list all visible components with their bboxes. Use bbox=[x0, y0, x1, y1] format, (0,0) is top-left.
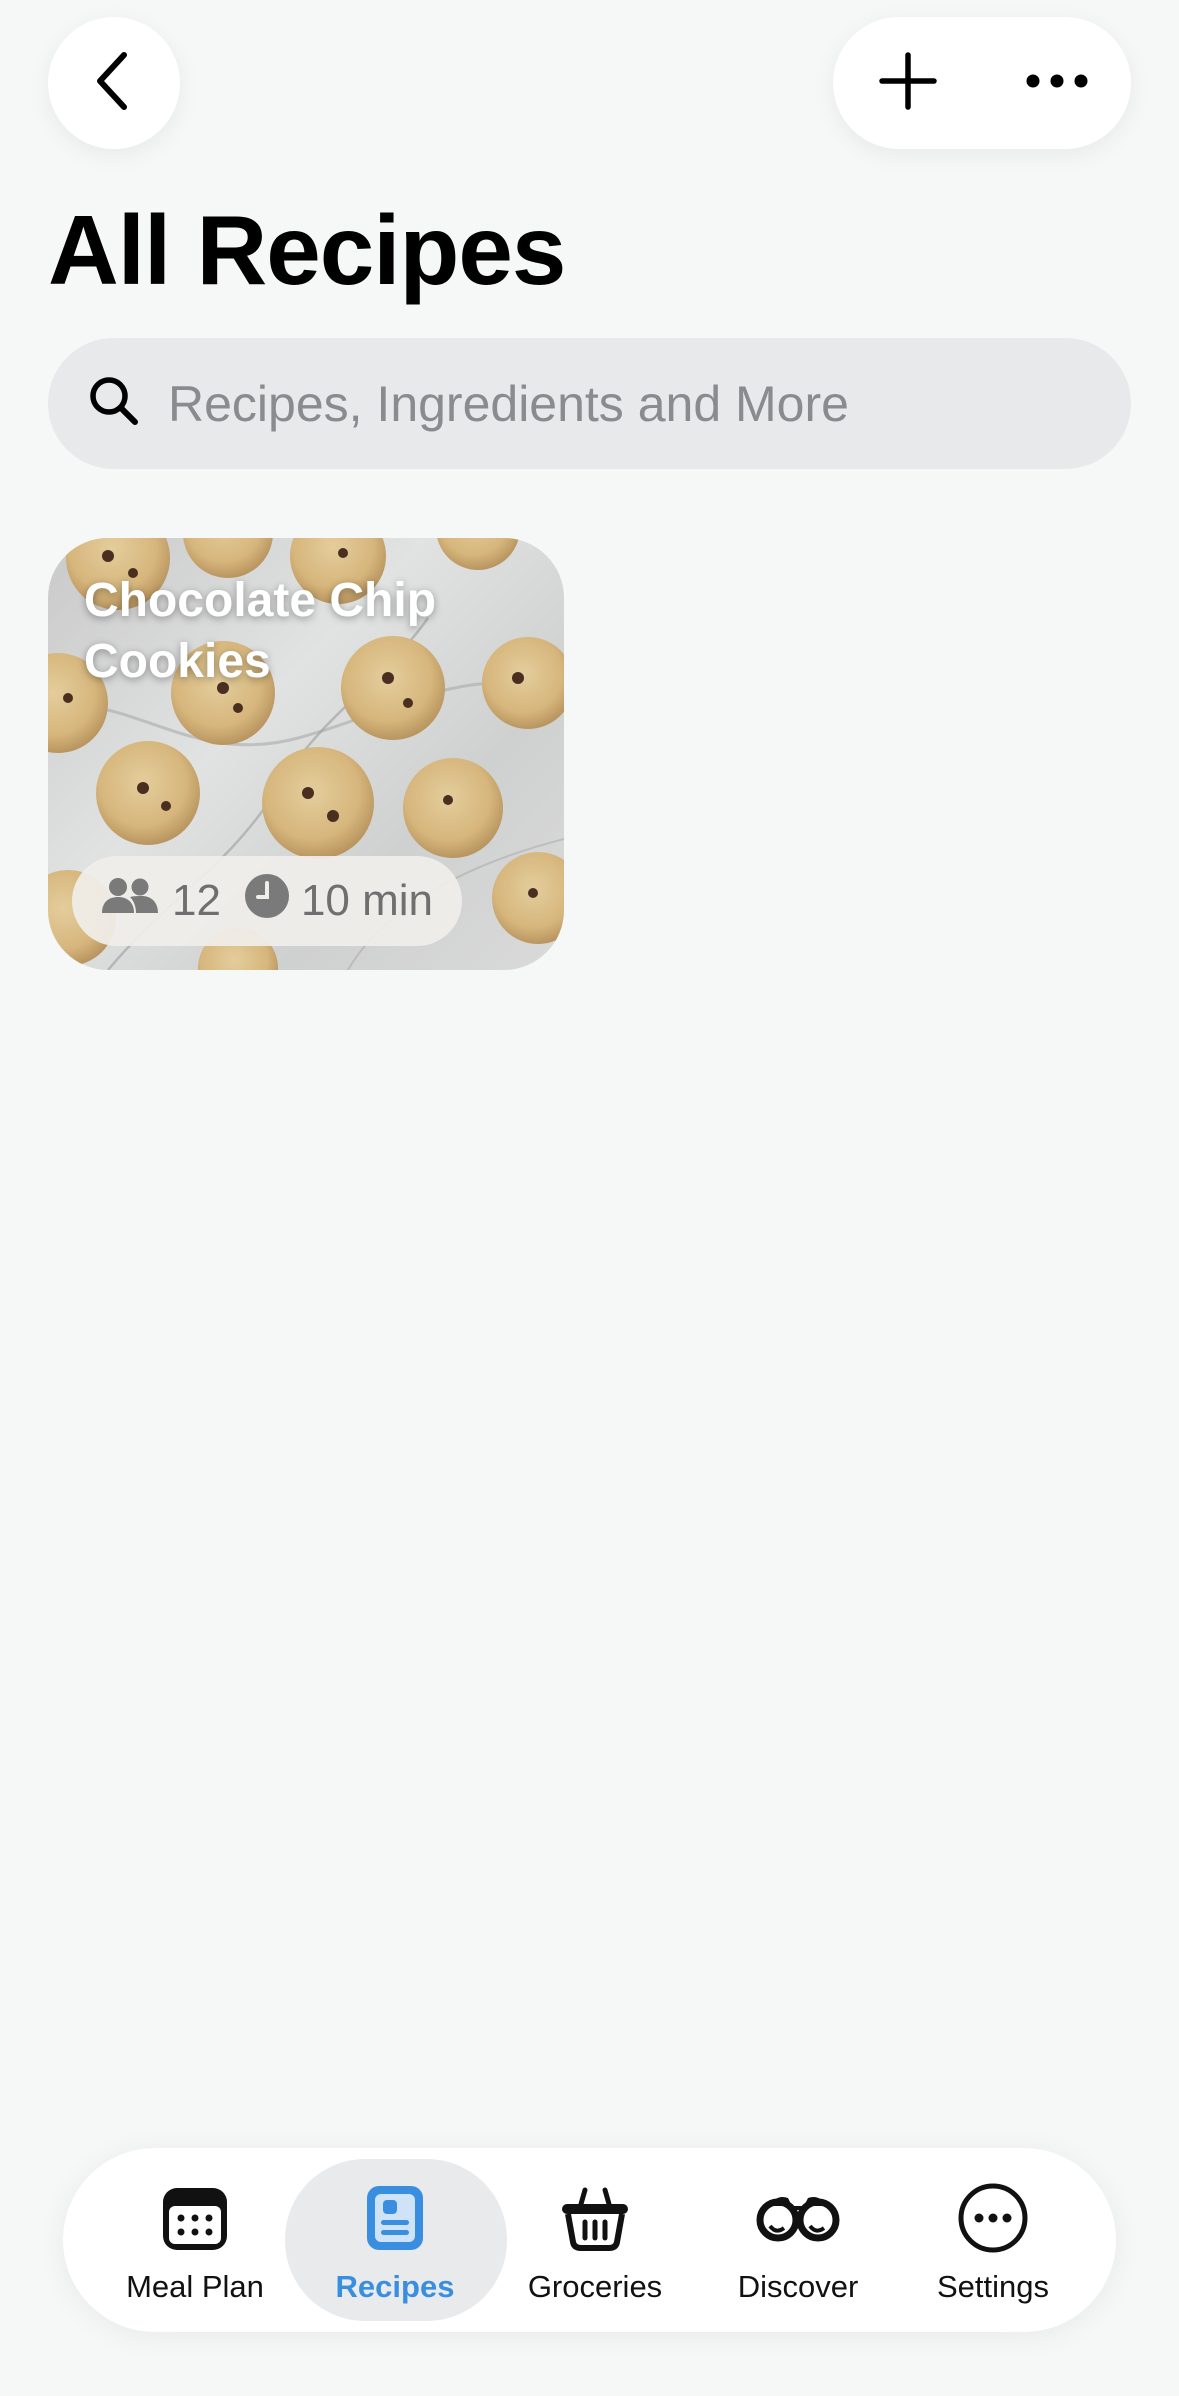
tab-bar: Meal Plan Recipes Groceries Discover Set… bbox=[63, 2148, 1116, 2332]
chevron-left-icon bbox=[90, 49, 138, 118]
header-actions bbox=[833, 17, 1131, 149]
ellipsis-icon bbox=[1025, 73, 1089, 94]
cook-time: 10 min bbox=[300, 876, 434, 925]
tab-discover[interactable]: Discover bbox=[718, 2148, 878, 2332]
tab-meal-plan[interactable]: Meal Plan bbox=[115, 2148, 275, 2332]
tab-label: Settings bbox=[936, 2269, 1049, 2304]
search-bar[interactable] bbox=[48, 338, 1131, 469]
add-recipe-button[interactable] bbox=[833, 17, 982, 149]
binoculars-icon bbox=[756, 2182, 840, 2259]
search-input[interactable] bbox=[168, 374, 1068, 433]
servings-count: 12 bbox=[172, 876, 221, 925]
page-title: All Recipes bbox=[48, 195, 566, 305]
back-button[interactable] bbox=[48, 17, 180, 149]
tab-recipes[interactable]: Recipes bbox=[315, 2148, 475, 2332]
calendar-icon bbox=[159, 2182, 231, 2259]
recipe-book-icon bbox=[363, 2182, 427, 2259]
plus-icon bbox=[878, 51, 938, 116]
more-button[interactable] bbox=[982, 17, 1131, 149]
tab-label: Discover bbox=[737, 2269, 859, 2304]
tab-groceries[interactable]: Groceries bbox=[515, 2148, 675, 2332]
tab-label: Groceries bbox=[527, 2269, 663, 2304]
recipe-meta: 12 10 min bbox=[72, 856, 462, 946]
tab-settings[interactable]: Settings bbox=[913, 2148, 1073, 2332]
tab-label: Meal Plan bbox=[126, 2269, 264, 2304]
recipe-card[interactable]: Chocolate Chip Cookies 12 10 min bbox=[48, 538, 564, 970]
recipe-title: Chocolate Chip Cookies bbox=[84, 574, 437, 688]
search-icon bbox=[88, 375, 140, 432]
more-circle-icon bbox=[957, 2182, 1029, 2259]
people-icon bbox=[100, 876, 160, 926]
basket-icon bbox=[559, 2182, 631, 2259]
tab-label: Recipes bbox=[335, 2269, 455, 2304]
clock-icon bbox=[244, 873, 289, 929]
